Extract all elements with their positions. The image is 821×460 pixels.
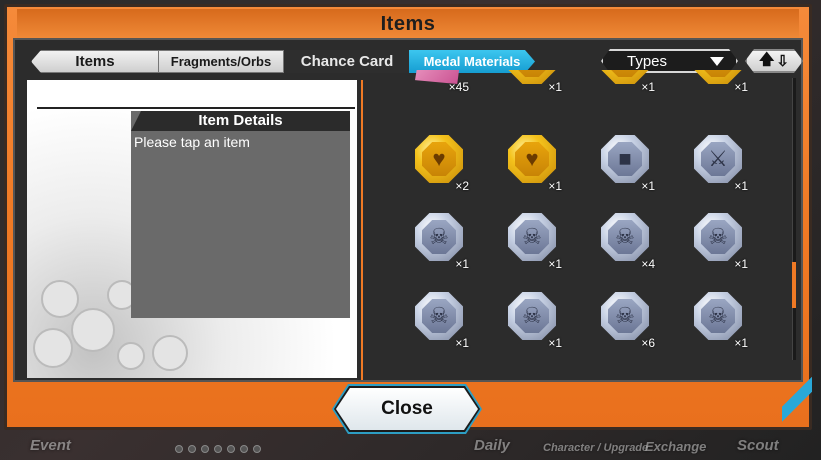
item-slot[interactable]: ■×1 bbox=[595, 70, 655, 96]
item-quantity: ×1 bbox=[641, 179, 655, 193]
item-quantity: ×1 bbox=[641, 80, 655, 94]
item-slot[interactable]: ☠ ×4 bbox=[595, 213, 655, 273]
bg-daily-label: Daily bbox=[474, 437, 510, 454]
item-slot[interactable]: ♥ ×2 bbox=[409, 135, 469, 195]
bg-character-upgrade-label: Character / Upgrade bbox=[543, 442, 649, 454]
item-slot[interactable]: ⚔ ×1 bbox=[688, 135, 748, 195]
bg-scout-label: Scout bbox=[737, 437, 779, 454]
item-slot[interactable]: ☠ ×1 bbox=[688, 213, 748, 273]
heart-medal-icon: ♥ bbox=[508, 135, 556, 183]
item-slot[interactable]: ■×1 bbox=[595, 135, 655, 195]
skull-medal-icon: ☠ bbox=[415, 213, 463, 261]
skull-medal-icon: ☠ bbox=[508, 292, 556, 340]
item-quantity: ×1 bbox=[548, 179, 562, 193]
scrollbar-track[interactable] bbox=[792, 78, 796, 360]
item-grid: ☺×45♥×1■×1■×1♥×2♥×1■×1⚔×1☠×1☠×1☠×4☠×1☠×1… bbox=[371, 70, 791, 380]
scrollbar-thumb[interactable] bbox=[792, 262, 796, 308]
item-details-panel: Item Details Please tap an item bbox=[27, 80, 357, 378]
item-slot[interactable]: ☠ ×1 bbox=[409, 213, 469, 273]
decorative-coin-icon bbox=[117, 342, 145, 370]
item-quantity: ×45 bbox=[448, 80, 469, 94]
details-placeholder: Please tap an item bbox=[134, 134, 250, 150]
skull-medal-icon: ☠ bbox=[694, 213, 742, 261]
tab-items[interactable]: Items bbox=[31, 50, 159, 73]
item-slot[interactable]: ♥×1 bbox=[502, 70, 562, 96]
heart-medal-icon: ♥ bbox=[415, 135, 463, 183]
decorative-coin-icon bbox=[71, 308, 115, 352]
item-quantity: ×1 bbox=[548, 336, 562, 350]
decorative-coin-icon bbox=[33, 328, 73, 368]
item-quantity: ×1 bbox=[548, 80, 562, 94]
item-quantity: ×1 bbox=[548, 257, 562, 271]
skull-medal-icon: ☠ bbox=[694, 292, 742, 340]
sword-medal-icon: ⚔ bbox=[694, 135, 742, 183]
item-slot[interactable]: ☠ ×6 bbox=[595, 292, 655, 352]
item-slot[interactable]: ☠ ×1 bbox=[688, 292, 748, 352]
bg-exchange-label: Exchange bbox=[645, 439, 707, 454]
item-quantity: ×1 bbox=[734, 179, 748, 193]
item-slot[interactable]: ☠ ×1 bbox=[502, 292, 562, 352]
skull-medal-icon: ☠ bbox=[601, 292, 649, 340]
close-button[interactable]: Close bbox=[336, 388, 478, 430]
tab-fragments-orbs[interactable]: Fragments/Orbs bbox=[158, 50, 284, 73]
panel-divider bbox=[361, 80, 363, 380]
background-menu: Event Daily Character / Upgrade Exchange… bbox=[0, 430, 821, 460]
bg-event-label: Event bbox=[30, 437, 71, 454]
item-quantity: ×2 bbox=[455, 179, 469, 193]
item-slot[interactable]: ■×1 bbox=[688, 70, 748, 96]
chevron-down-icon bbox=[710, 57, 724, 66]
item-quantity: ×1 bbox=[455, 336, 469, 350]
item-quantity: ×1 bbox=[734, 80, 748, 94]
item-quantity: ×1 bbox=[734, 336, 748, 350]
item-slot[interactable]: ♥×1 bbox=[502, 135, 562, 195]
item-quantity: ×4 bbox=[641, 257, 655, 271]
details-heading: Item Details bbox=[131, 111, 350, 131]
down-arrow-icon: ⇩ bbox=[776, 53, 789, 70]
item-quantity: ×1 bbox=[455, 257, 469, 271]
armor-medal-icon: ■ bbox=[601, 135, 649, 183]
item-quantity: ×6 bbox=[641, 336, 655, 350]
item-quantity: ×1 bbox=[734, 257, 748, 271]
game-screen: Event Daily Character / Upgrade Exchange… bbox=[0, 0, 821, 460]
types-dropdown-label: Types bbox=[627, 53, 668, 70]
details-box: Item Details Please tap an item bbox=[131, 111, 350, 318]
item-slot[interactable]: ☠ ×1 bbox=[409, 292, 469, 352]
item-slot[interactable]: ☠ ×1 bbox=[502, 213, 562, 273]
page-dots bbox=[175, 445, 261, 455]
dialog-body: Items Fragments/Orbs Chance Card Medal M… bbox=[13, 38, 803, 382]
skull-medal-icon: ☠ bbox=[601, 213, 649, 261]
decorative-coin-icon bbox=[41, 280, 79, 318]
skull-medal-icon: ☠ bbox=[415, 292, 463, 340]
skull-medal-icon: ☠ bbox=[508, 213, 556, 261]
item-slot[interactable]: ☺×45 bbox=[409, 70, 469, 96]
dialog-title: Items bbox=[380, 13, 436, 35]
decorative-coin-icon bbox=[152, 335, 188, 371]
items-dialog: Items Items Fragments/Orbs Chance Card M… bbox=[4, 4, 812, 437]
